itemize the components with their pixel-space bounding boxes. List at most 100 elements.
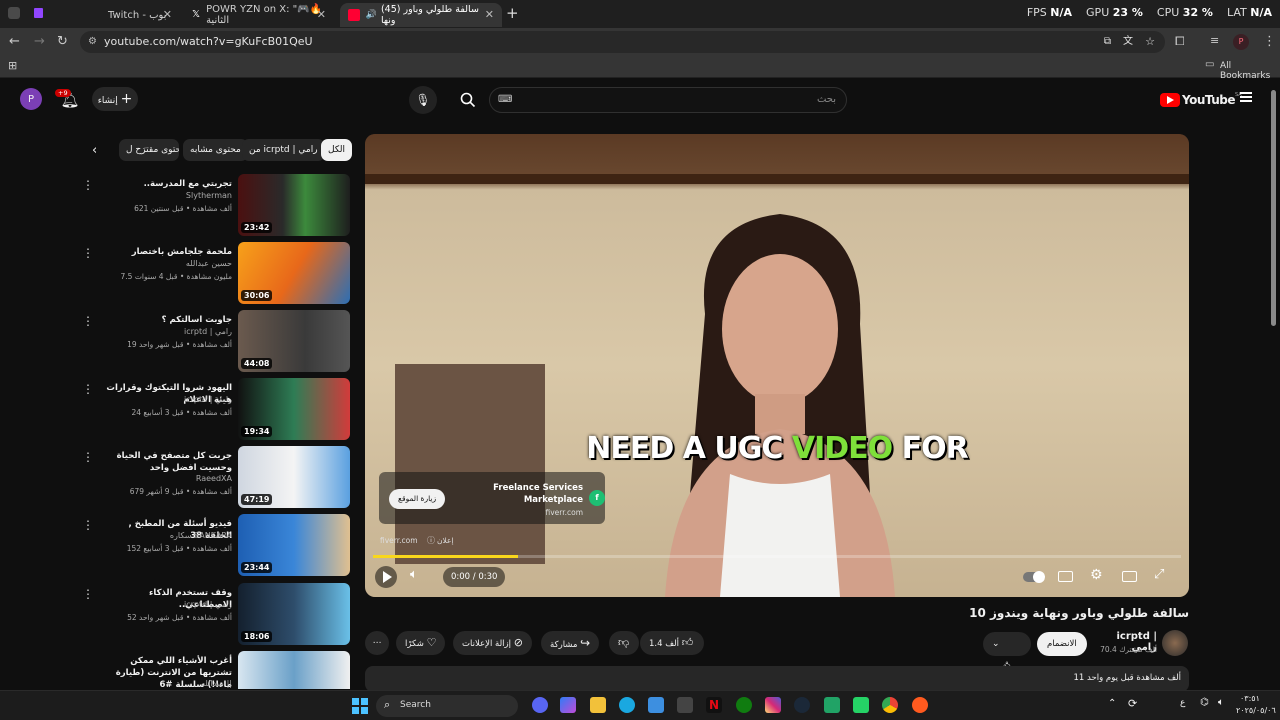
forward-icon[interactable]: → xyxy=(34,34,45,49)
close-icon[interactable]: ✕ xyxy=(163,8,172,21)
video-title[interactable]: تجربتي مع المدرسة.. xyxy=(102,178,232,190)
play-button[interactable] xyxy=(375,566,397,588)
list-item[interactable]: ⋮ 23:42 تجربتي مع المدرسة.. Slytherman 6… xyxy=(82,174,350,238)
netflix-icon[interactable]: N xyxy=(706,697,722,713)
ad-overlay[interactable]: زيارة الموقع Freelance Services Marketpl… xyxy=(379,472,605,524)
remove-ads-button[interactable]: إزالة الإعلانات ⊘ xyxy=(453,631,532,655)
clock-date[interactable]: ٢٠٢٥/٠٥/٠٦ xyxy=(1236,706,1276,715)
create-button[interactable]: إنشاء + xyxy=(92,87,138,111)
menu-kebab-icon[interactable]: ⋮ xyxy=(1263,34,1276,49)
youtube-logo[interactable]: YouTube SA xyxy=(1160,91,1242,109)
video-thumbnail[interactable]: 23:42 xyxy=(238,174,350,236)
hamburger-menu-icon[interactable] xyxy=(1240,92,1252,102)
url-bar[interactable]: ⚙ youtube.com/watch?v=gKuFcB01QeU ⧉ 文 ☆ xyxy=(80,31,1165,53)
thanks-button[interactable]: شكرًا ♡ xyxy=(396,631,446,655)
volume-icon[interactable]: 🔈︎ xyxy=(1218,697,1224,708)
tray-app-icon[interactable]: ⟳ xyxy=(1128,697,1137,710)
dislike-button[interactable]: 👎︎ xyxy=(609,631,639,655)
steam-icon[interactable] xyxy=(794,697,810,713)
extensions-icon[interactable]: ⧠ xyxy=(1175,34,1185,49)
subtitles-icon[interactable] xyxy=(1058,571,1073,582)
visit-site-button[interactable]: زيارة الموقع xyxy=(389,489,446,509)
channel-name[interactable]: icrptd | رامي xyxy=(112,600,232,609)
new-tab-button[interactable]: + xyxy=(506,4,519,22)
more-options-icon[interactable]: ⋮ xyxy=(82,587,94,601)
search-button[interactable] xyxy=(454,86,482,114)
video-thumbnail[interactable]: 19:34 xyxy=(238,378,350,440)
tab-x[interactable]: 𝕏 POWR YZN on X: "🎮🔥 الثانية ✕ xyxy=(184,3,334,27)
channel-avatar[interactable] xyxy=(1162,630,1188,656)
theater-mode-icon[interactable] xyxy=(1122,571,1137,582)
chips-scroll-left-icon[interactable]: ‹ xyxy=(92,143,97,158)
more-options-icon[interactable]: ⋮ xyxy=(82,178,94,192)
app-icon[interactable] xyxy=(912,697,928,713)
settings-gear-icon[interactable]: ⚙ xyxy=(1090,567,1103,583)
tab-twitch[interactable]: Twitch - بوب ✕ xyxy=(100,3,180,27)
video-title[interactable]: جاوبت اسالتكم ؟ xyxy=(102,314,232,326)
reload-icon[interactable]: ↻ xyxy=(57,34,68,49)
copilot-icon[interactable] xyxy=(560,697,576,713)
channel-name[interactable]: RaeedXA xyxy=(112,474,232,483)
video-thumbnail[interactable]: 18:06 xyxy=(238,583,350,645)
more-options-icon[interactable]: ⋮ xyxy=(82,518,94,532)
chip-related[interactable]: محتوى مشابه xyxy=(183,139,248,161)
video-thumbnail[interactable]: 44:08 xyxy=(238,310,350,372)
video-thumbnail[interactable]: 23:44 xyxy=(238,514,350,576)
list-item[interactable]: ⋮ 19:34 اليهود شروا التيكتوك وقرارات هيئ… xyxy=(82,378,350,442)
account-avatar[interactable]: P xyxy=(20,88,42,110)
chip-from-channel[interactable]: من icrptd | رامي xyxy=(242,139,325,161)
channel-name[interactable]: سكاره SANKARA xyxy=(112,531,232,540)
close-icon[interactable]: ✕ xyxy=(317,8,326,21)
media-controls-icon[interactable]: ≡ xyxy=(1210,34,1219,47)
whatsapp-icon[interactable] xyxy=(853,697,869,713)
apps-grid-icon[interactable]: ⊞ xyxy=(8,59,17,72)
tab-search-icon[interactable] xyxy=(8,7,20,19)
close-icon[interactable]: ✕ xyxy=(485,8,494,21)
channel-name[interactable]: Slytherman xyxy=(112,191,232,200)
instagram-icon[interactable] xyxy=(765,697,781,713)
translate-icon[interactable]: 文 xyxy=(1123,31,1133,53)
more-actions-button[interactable]: ⋯ xyxy=(365,631,389,655)
discord-icon[interactable] xyxy=(532,697,548,713)
xbox-icon[interactable] xyxy=(736,697,752,713)
epic-games-icon[interactable] xyxy=(677,697,693,713)
tray-chevron-icon[interactable]: ⌃ xyxy=(1108,698,1116,709)
search-input[interactable]: ⌨ بحث xyxy=(489,87,847,113)
list-item[interactable]: ⋮ 23:44 فيديو أسئلة من المطبخ , الحلقة 3… xyxy=(82,514,350,578)
join-button[interactable]: الانضمام xyxy=(1037,632,1087,656)
list-item[interactable]: ⋮ 18:06 وقف تستخدم الذكاء الاصطناعي.. ic… xyxy=(82,583,350,647)
more-options-icon[interactable]: ⋮ xyxy=(82,314,94,328)
store-icon[interactable] xyxy=(648,697,664,713)
clock-time[interactable]: ٠٣:٥١ xyxy=(1240,694,1260,703)
ad-info-icon[interactable]: ⓘ xyxy=(427,535,435,546)
channel-name[interactable]: حسين عبدالله xyxy=(112,259,232,268)
site-info-icon[interactable]: ⚙ xyxy=(88,31,97,53)
video-title[interactable]: جربت كل متصفح في الحياة وحسيت افضل واحد xyxy=(102,450,232,474)
channel-name[interactable]: عبدالله || xyxy=(112,679,232,688)
keyboard-icon[interactable]: ⌨ xyxy=(498,88,512,112)
install-icon[interactable]: ⧉ xyxy=(1104,31,1111,53)
taskbar-search[interactable]: ⌕ Search xyxy=(376,695,518,717)
like-button[interactable]: 1.4 ألف 👍︎ xyxy=(640,631,704,655)
video-thumbnail[interactable]: 47:19 xyxy=(238,446,350,508)
description-box[interactable]: 11 ألف مشاهدة قبل يوم واحد xyxy=(365,666,1189,692)
tab-youtube[interactable]: 🔊 (45) سالفة طلولي وباور ونها ✕ xyxy=(340,3,502,27)
autoplay-toggle[interactable] xyxy=(1023,571,1045,583)
chrome-icon[interactable] xyxy=(882,697,898,713)
edge-icon[interactable] xyxy=(619,697,635,713)
fullscreen-icon[interactable]: ⤢ xyxy=(1154,567,1164,582)
voice-search-mic-icon[interactable]: 🎙︎ xyxy=(409,86,437,114)
channel-name[interactable]: icrptd | رامي xyxy=(112,395,232,404)
video-thumbnail[interactable] xyxy=(238,651,350,689)
ad-title[interactable]: Freelance Services Marketplace xyxy=(479,482,583,506)
profile-avatar[interactable]: P xyxy=(1233,34,1249,50)
list-item[interactable]: ⋮ 47:19 جربت كل متصفح في الحياة وحسيت اف… xyxy=(82,446,350,510)
list-item[interactable]: ⋮ أغرب الأشياء اللي ممكن تشتريها من الان… xyxy=(96,651,350,689)
channel-name[interactable]: icrptd | رامي xyxy=(112,327,232,336)
network-icon[interactable]: ⌬ xyxy=(1200,697,1209,708)
speaker-icon[interactable]: 🔊 xyxy=(366,10,377,20)
subscribe-bell-dropdown[interactable]: ⌄ 🔔︎ xyxy=(983,632,1031,674)
more-options-icon[interactable]: ⋮ xyxy=(82,450,94,464)
more-options-icon[interactable]: ⋮ xyxy=(82,246,94,260)
volume-icon[interactable]: 🔈︎ xyxy=(410,567,418,582)
